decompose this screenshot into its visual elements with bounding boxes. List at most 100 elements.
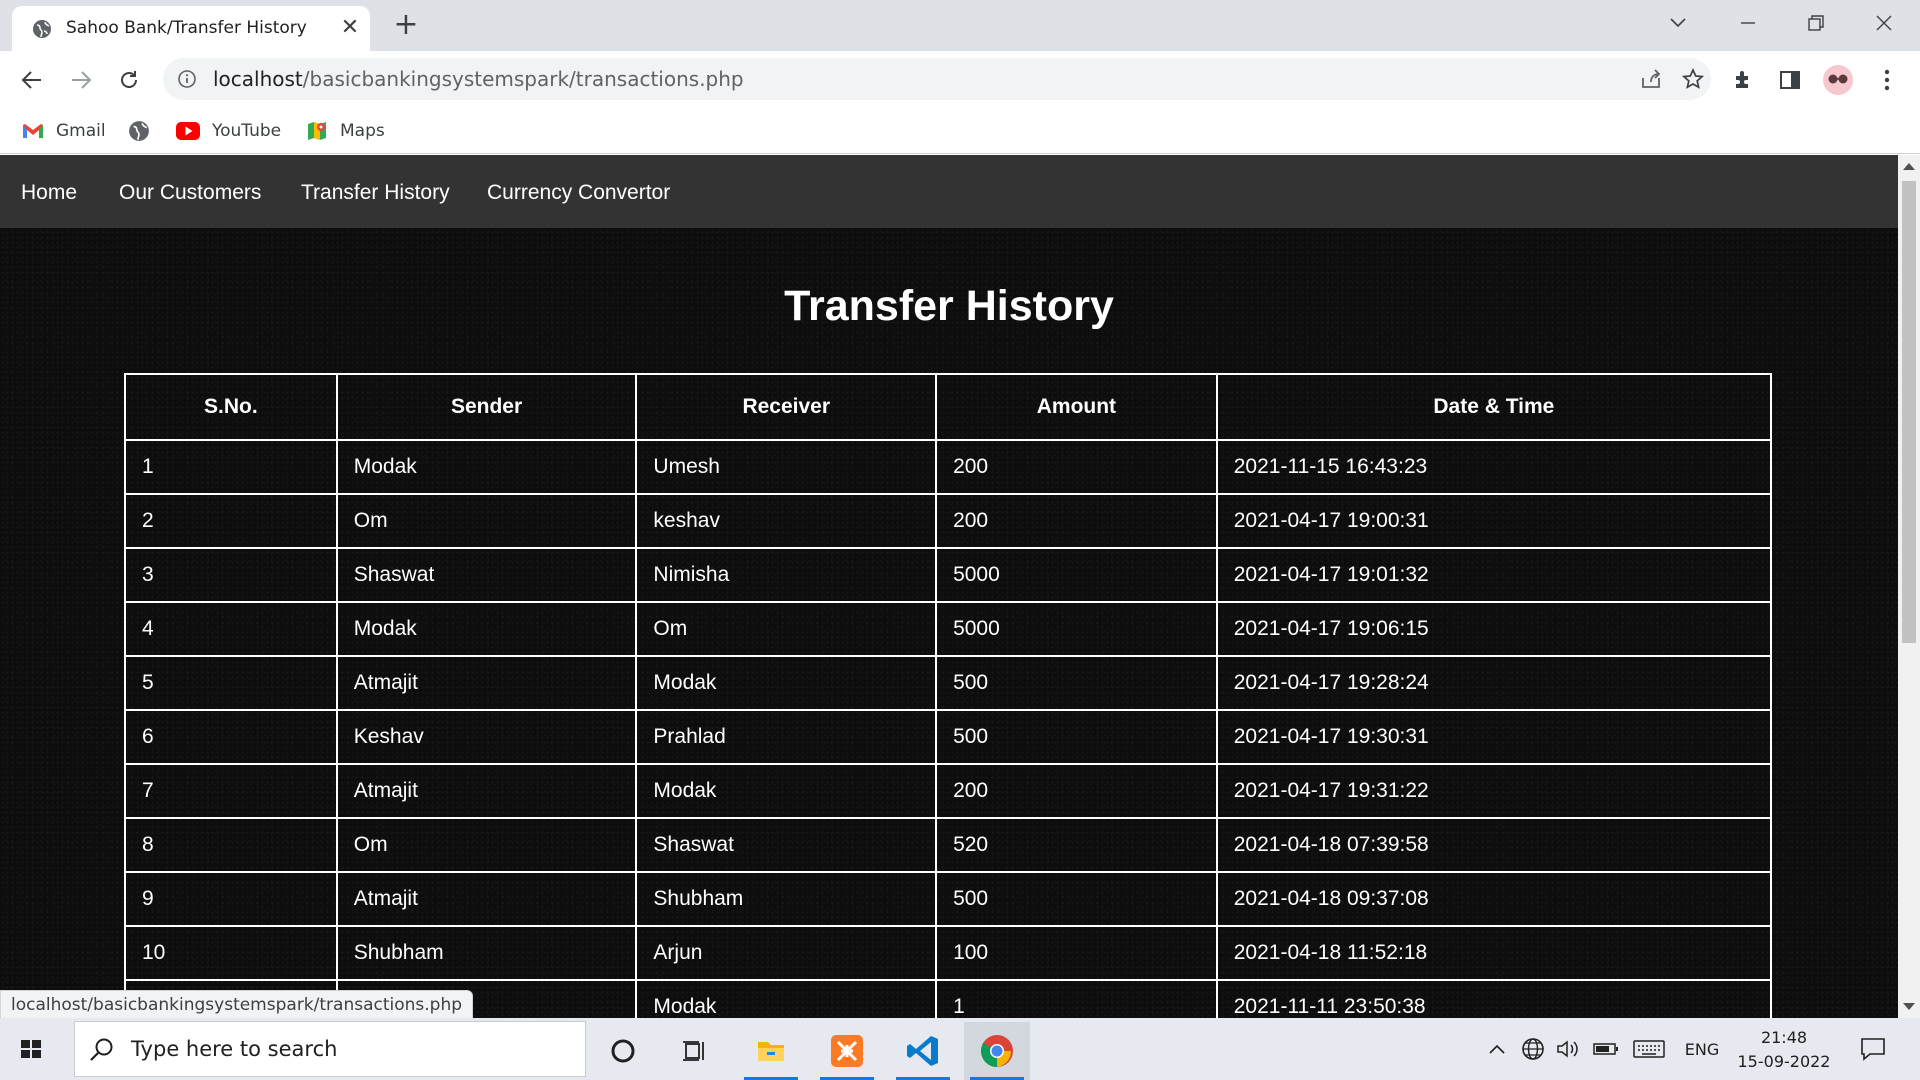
share-icon[interactable] — [1635, 63, 1667, 95]
table-row: 10 Shubham Arjun 100 2021-04-18 11:52:18 — [124, 925, 1773, 981]
cell-sno: 2 — [124, 493, 338, 549]
cell-receiver: Nimisha — [635, 547, 938, 603]
vscode-icon[interactable] — [890, 1022, 956, 1080]
bookmark-maps[interactable]: Maps — [306, 116, 385, 146]
youtube-icon — [176, 122, 200, 140]
globe-icon — [33, 20, 51, 38]
cell-receiver: Modak — [635, 763, 938, 819]
cell-receiver: Modak — [635, 979, 938, 1018]
input-language[interactable]: ENG — [1682, 1035, 1722, 1063]
close-tab-icon[interactable]: ✕ — [337, 15, 363, 41]
windows-taskbar: Type here to search ENG 21:48 15-09-2022 — [0, 1018, 1920, 1080]
cell-datetime: 2021-04-17 19:01:32 — [1215, 547, 1773, 603]
restore-icon[interactable] — [1798, 8, 1834, 38]
battery-icon[interactable] — [1592, 1035, 1620, 1063]
cell-sender: Shaswat — [335, 547, 638, 603]
page-viewport: Home Our Customers Transfer History Curr… — [0, 155, 1898, 1018]
scroll-up-arrow-icon[interactable] — [1903, 163, 1915, 170]
cell-datetime: 2021-04-18 11:52:18 — [1215, 925, 1773, 981]
site-info-icon[interactable] — [177, 69, 197, 89]
back-arrow-icon[interactable] — [15, 63, 49, 97]
cell-sno: 1 — [124, 439, 338, 495]
page-title: Transfer History — [784, 282, 1114, 330]
cell-sender: Om — [335, 817, 638, 873]
bookmark-star-icon[interactable] — [1677, 63, 1709, 95]
side-panel-icon[interactable] — [1774, 64, 1806, 96]
cell-sno: 4 — [124, 601, 338, 657]
table-row: 6 Keshav Prahlad 500 2021-04-17 19:30:31 — [124, 709, 1773, 765]
taskbar-search-box[interactable]: Type here to search — [74, 1021, 586, 1077]
bookmark-gmail[interactable]: Gmail — [22, 116, 106, 146]
keyboard-icon[interactable] — [1632, 1035, 1666, 1063]
clock-time: 21:48 — [1760, 1028, 1808, 1047]
volume-icon[interactable] — [1554, 1035, 1582, 1063]
nav-link-home[interactable]: Home — [21, 181, 77, 205]
cell-amount: 200 — [935, 493, 1218, 549]
search-icon — [90, 1038, 113, 1061]
maps-icon — [308, 122, 326, 140]
tab-search-chevron-icon[interactable] — [1660, 8, 1696, 38]
minimize-icon[interactable] — [1730, 8, 1766, 38]
cell-sender: Atmajit — [335, 655, 638, 711]
cell-amount: 5000 — [935, 547, 1218, 603]
cell-datetime: 2021-11-15 16:43:23 — [1215, 439, 1773, 495]
address-bar[interactable]: localhost/basicbankingsystemspark/transa… — [163, 58, 1711, 100]
cell-amount: 100 — [935, 925, 1218, 981]
nav-link-our-customers[interactable]: Our Customers — [119, 181, 261, 205]
more-menu-icon[interactable] — [1871, 64, 1903, 96]
cell-sender: Keshav — [335, 709, 638, 765]
tab-title: Sahoo Bank/Transfer History — [66, 18, 307, 38]
cell-sno: 8 — [124, 817, 338, 873]
task-view-icon[interactable] — [662, 1022, 728, 1080]
file-explorer-icon[interactable] — [738, 1022, 804, 1080]
forward-arrow-icon[interactable] — [64, 63, 98, 97]
cell-sno: 9 — [124, 871, 338, 927]
bookmark-globe[interactable] — [128, 116, 162, 146]
reload-icon[interactable] — [112, 63, 146, 97]
column-header-datetime: Date & Time — [1215, 373, 1773, 441]
nav-link-transfer-history[interactable]: Transfer History — [301, 181, 450, 205]
show-hidden-icons-chevron-icon[interactable] — [1485, 1035, 1509, 1063]
nav-link-currency-convertor[interactable]: Currency Convertor — [487, 181, 670, 205]
cell-sno: 10 — [124, 925, 338, 981]
notifications-icon[interactable] — [1856, 1035, 1890, 1063]
network-globe-icon[interactable] — [1519, 1035, 1547, 1063]
cell-datetime: 2021-04-18 09:37:08 — [1215, 871, 1773, 927]
chrome-icon[interactable] — [964, 1022, 1030, 1080]
cell-sender: Om — [335, 493, 638, 549]
xampp-icon[interactable] — [814, 1022, 880, 1080]
bookmark-youtube[interactable]: YouTube — [176, 116, 281, 146]
scroll-down-arrow-icon[interactable] — [1903, 1003, 1915, 1010]
browser-tabstrip: Sahoo Bank/Transfer History ✕ + — [0, 0, 1920, 51]
cell-datetime: 2021-04-17 19:06:15 — [1215, 601, 1773, 657]
cell-amount: 500 — [935, 655, 1218, 711]
profile-avatar-icon[interactable] — [1822, 64, 1854, 96]
cell-datetime: 2021-04-17 19:31:22 — [1215, 763, 1773, 819]
cell-datetime: 2021-04-18 07:39:58 — [1215, 817, 1773, 873]
table-row: 3 Shaswat Nimisha 5000 2021-04-17 19:01:32 — [124, 547, 1773, 603]
bookmark-label: YouTube — [212, 121, 282, 141]
table-header-row: S.No. Sender Receiver Amount Date & Time — [124, 373, 1773, 441]
cell-sno: 3 — [124, 547, 338, 603]
cell-amount: 200 — [935, 439, 1218, 495]
windows-start-icon[interactable] — [14, 1032, 48, 1066]
globe-icon — [129, 121, 149, 141]
close-window-icon[interactable] — [1866, 8, 1902, 38]
cell-datetime: 2021-04-17 19:30:31 — [1215, 709, 1773, 765]
page-scrollbar[interactable] — [1898, 155, 1920, 1018]
cell-receiver: Modak — [635, 655, 938, 711]
cortana-icon[interactable] — [590, 1022, 656, 1080]
cell-receiver: Prahlad — [635, 709, 938, 765]
cell-sender: Modak — [335, 439, 638, 495]
cell-datetime: 2021-11-11 23:50:38 — [1215, 979, 1773, 1018]
cell-datetime: 2021-04-17 19:00:31 — [1215, 493, 1773, 549]
table-row: 9 Atmajit Shubham 500 2021-04-18 09:37:08 — [124, 871, 1773, 927]
taskbar-clock[interactable]: 21:48 15-09-2022 — [1735, 1026, 1833, 1074]
new-tab-button[interactable]: + — [390, 10, 422, 42]
cell-receiver: Om — [635, 601, 938, 657]
browser-tab[interactable]: Sahoo Bank/Transfer History ✕ — [12, 6, 370, 51]
scrollbar-thumb[interactable] — [1902, 181, 1916, 643]
extensions-puzzle-icon[interactable] — [1727, 64, 1759, 96]
column-header-receiver: Receiver — [635, 373, 938, 441]
cell-receiver: Shubham — [635, 871, 938, 927]
